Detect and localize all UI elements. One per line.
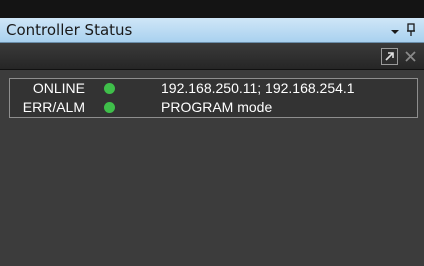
status-indicator-icon <box>104 83 115 94</box>
status-row-err-alm: ERR/ALM PROGRAM mode <box>10 98 417 117</box>
pin-icon[interactable] <box>404 22 418 38</box>
panel-top-edge <box>0 0 424 18</box>
popout-icon[interactable] <box>381 48 398 65</box>
panel-content: ONLINE 192.168.250.11; 192.168.254.1 ERR… <box>0 70 424 266</box>
status-indicator-icon <box>104 102 115 113</box>
status-row-online: ONLINE 192.168.250.11; 192.168.254.1 <box>10 79 417 98</box>
panel-toolbar <box>0 43 424 70</box>
status-list: ONLINE 192.168.250.11; 192.168.254.1 ERR… <box>9 78 418 118</box>
close-icon[interactable] <box>402 48 419 65</box>
status-label: ONLINE <box>32 80 85 96</box>
status-label: ERR/ALM <box>22 99 85 115</box>
status-value: PROGRAM mode <box>161 99 273 115</box>
panel-title: Controller Status <box>6 21 133 39</box>
dropdown-arrow-icon[interactable] <box>388 22 402 38</box>
controller-status-panel: Controller Status ONLINE 192.168.250.11;… <box>0 0 424 266</box>
panel-title-bar[interactable]: Controller Status <box>0 18 424 43</box>
status-value: 192.168.250.11; 192.168.254.1 <box>161 80 355 96</box>
